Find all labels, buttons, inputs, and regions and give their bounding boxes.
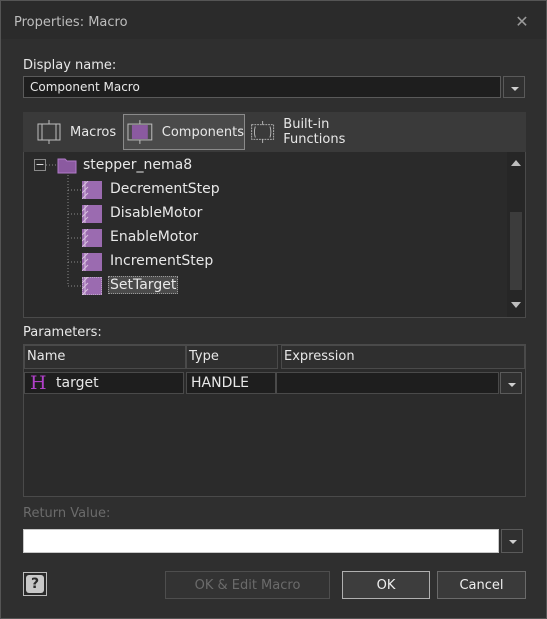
- display-name-label: Display name:: [23, 58, 117, 73]
- folder-icon: [57, 158, 77, 174]
- properties-dialog: Properties: Macro ✕ Display name: Compon…: [0, 0, 547, 619]
- tab-components-label: Components: [161, 124, 244, 140]
- column-header-name[interactable]: Name: [24, 345, 186, 369]
- macro-source-tabs: Macros Components Built-in Functions: [23, 112, 526, 152]
- help-button[interactable]: ?: [23, 572, 47, 596]
- display-name-dropdown-button[interactable]: [503, 76, 525, 98]
- collapse-toggle-icon[interactable]: −: [34, 159, 46, 171]
- macro-icon: [82, 253, 102, 271]
- return-value-field[interactable]: [23, 529, 499, 553]
- param-name-cell[interactable]: H target: [24, 372, 184, 394]
- display-name-field[interactable]: Component Macro: [23, 76, 501, 98]
- builtin-function-icon: [251, 121, 275, 143]
- param-expression-field[interactable]: [276, 372, 499, 394]
- scroll-up-arrow-icon[interactable]: [511, 160, 521, 166]
- component-macro-tree[interactable]: − stepper_nema8 DecrementStep DisableMot…: [23, 152, 526, 318]
- macro-icon: [82, 277, 102, 295]
- column-header-expression[interactable]: Expression: [281, 345, 525, 369]
- tab-macros[interactable]: Macros: [33, 114, 121, 150]
- param-name-value: target: [56, 375, 99, 391]
- tree-item-settarget[interactable]: SetTarget: [108, 276, 179, 294]
- scroll-down-arrow-icon[interactable]: [511, 302, 521, 308]
- tree-item-enablemotor[interactable]: EnableMotor: [110, 229, 198, 245]
- ok-button[interactable]: OK: [342, 571, 430, 599]
- scroll-thumb[interactable]: [510, 212, 522, 290]
- title-bar: Properties: Macro ✕: [1, 1, 546, 39]
- column-header-type[interactable]: Type: [186, 345, 278, 369]
- param-type-cell[interactable]: HANDLE: [186, 372, 276, 394]
- close-icon[interactable]: ✕: [515, 14, 529, 30]
- tree-vertical-scrollbar[interactable]: [507, 152, 525, 317]
- window-title: Properties: Macro: [14, 15, 128, 30]
- tree-item-decrementstep[interactable]: DecrementStep: [110, 181, 220, 197]
- tree-root-label[interactable]: stepper_nema8: [83, 157, 192, 173]
- tab-built-in-functions[interactable]: Built-in Functions: [247, 114, 387, 150]
- parameters-label: Parameters:: [23, 325, 102, 340]
- macro-icon: [82, 181, 102, 199]
- tab-built-in-functions-label: Built-in Functions: [283, 117, 346, 147]
- tab-components[interactable]: Components: [123, 114, 245, 150]
- return-value-label: Return Value:: [23, 506, 111, 521]
- return-value-dropdown-button[interactable]: [501, 529, 523, 553]
- help-icon: ?: [26, 575, 44, 593]
- parameters-table: Name Type Expression H target HANDLE: [23, 344, 526, 497]
- tree-item-disablemotor[interactable]: DisableMotor: [110, 205, 202, 221]
- macro-frame-icon: [37, 120, 61, 144]
- param-type-value: HANDLE: [191, 375, 250, 391]
- param-expression-dropdown-button[interactable]: [500, 372, 522, 394]
- ok-and-edit-macro-button[interactable]: OK & Edit Macro: [165, 571, 330, 599]
- handle-type-icon: H: [30, 372, 47, 394]
- macro-icon: [82, 205, 102, 223]
- cancel-button[interactable]: Cancel: [437, 571, 526, 599]
- tree-item-incrementstep[interactable]: IncrementStep: [110, 253, 213, 269]
- macro-icon: [82, 229, 102, 247]
- display-name-value: Component Macro: [30, 80, 140, 94]
- component-frame-icon: [127, 120, 153, 144]
- tab-macros-label: Macros: [70, 124, 117, 140]
